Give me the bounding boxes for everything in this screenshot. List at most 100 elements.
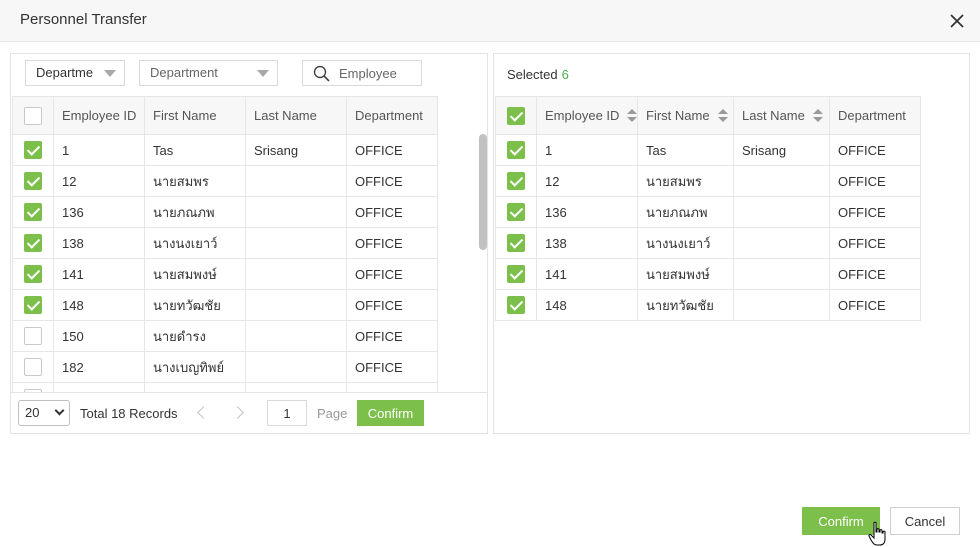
cell-first-name: นายภณภพ [637, 196, 734, 228]
column-header-last-name[interactable]: Last Name [733, 96, 830, 135]
cell-department: OFFICE [829, 289, 921, 321]
next-page-icon[interactable] [233, 404, 247, 422]
column-header-first-name[interactable]: First Name [144, 96, 246, 135]
column-header-department[interactable]: Department [346, 96, 438, 135]
column-header-employee-id[interactable]: Employee ID [536, 96, 638, 135]
cell-department: OFFICE [346, 289, 438, 321]
row-checkbox[interactable] [507, 172, 525, 190]
total-records: Total 18 Records [80, 406, 178, 421]
cell-first-name: นายดำรง [144, 320, 246, 352]
cell-last-name [733, 289, 830, 321]
table-row[interactable] [12, 382, 438, 392]
cell-first-name: นายภณภพ [144, 196, 246, 228]
table-row[interactable]: 138 นางนงเยาว์ OFFICE [12, 227, 438, 259]
available-employees-table: Employee ID First Name Last Name Departm… [12, 96, 438, 392]
select-all-checkbox[interactable] [507, 106, 525, 125]
row-checkbox-cell [12, 351, 54, 383]
row-checkbox[interactable] [24, 141, 42, 159]
available-employees-table-scroll[interactable]: Employee ID First Name Last Name Departm… [12, 96, 487, 392]
row-checkbox[interactable] [507, 296, 525, 314]
row-checkbox[interactable] [24, 234, 42, 252]
cell-employee-id: 136 [53, 196, 145, 228]
table-row[interactable]: 141 นายสมพงษ์ OFFICE [12, 258, 438, 290]
cell-department: OFFICE [346, 227, 438, 259]
cell-first-name: นางนงเยาว์ [144, 227, 246, 259]
cancel-button[interactable]: Cancel [890, 507, 960, 535]
table-row[interactable]: 182 นางเบญทิพย์ OFFICE [12, 351, 438, 383]
column-header-last-name[interactable]: Last Name [245, 96, 347, 135]
select-all-checkbox[interactable] [24, 106, 42, 125]
close-icon[interactable] [948, 12, 966, 30]
table-row[interactable]: 148 นายทวัฒชัย OFFICE [12, 289, 438, 321]
select-all-cell [12, 96, 54, 135]
table-row[interactable]: 138 นางนงเยาว์ OFFICE [495, 227, 921, 259]
employee-search[interactable] [302, 60, 422, 86]
cell-employee-id: 12 [53, 165, 145, 197]
row-checkbox-cell [495, 258, 537, 290]
employee-search-input[interactable] [339, 63, 417, 83]
cell-department: OFFICE [829, 196, 921, 228]
row-checkbox-cell [12, 320, 54, 352]
department-select[interactable]: Department [139, 60, 278, 86]
cell-department: OFFICE [346, 134, 438, 166]
table-scrollbar[interactable] [479, 134, 487, 250]
row-checkbox-cell [12, 258, 54, 290]
previous-page-icon[interactable] [195, 404, 209, 422]
page-size-select[interactable]: 20 [18, 400, 70, 426]
row-checkbox-cell [12, 134, 54, 166]
cell-employee-id: 148 [536, 289, 638, 321]
sort-icon[interactable] [627, 109, 637, 123]
sort-icon[interactable] [812, 109, 823, 123]
page-confirm-button[interactable]: Confirm [357, 400, 424, 426]
cell-department [346, 382, 438, 392]
table-row[interactable]: 136 นายภณภพ OFFICE [495, 196, 921, 228]
row-checkbox[interactable] [24, 172, 42, 190]
cell-department: OFFICE [829, 258, 921, 290]
filter-type-select[interactable]: Departme [25, 60, 125, 86]
table-row[interactable]: 12 นายสมพร OFFICE [12, 165, 438, 197]
sort-icon[interactable] [717, 109, 728, 123]
cell-department: OFFICE [346, 196, 438, 228]
cell-first-name [144, 382, 246, 392]
row-checkbox[interactable] [507, 265, 525, 283]
personnel-transfer-dialog: Personnel Transfer Departme Department E… [0, 0, 980, 547]
chevron-down-icon [54, 405, 65, 416]
selected-employees-table: Employee ID First Name Last Name Departm… [495, 96, 921, 321]
row-checkbox[interactable] [24, 203, 42, 221]
row-checkbox-cell [12, 289, 54, 321]
table-row[interactable]: 136 นายภณภพ OFFICE [12, 196, 438, 228]
cell-last-name [733, 227, 830, 259]
cell-last-name [245, 382, 347, 392]
cell-employee-id: 136 [536, 196, 638, 228]
cell-employee-id: 1 [536, 134, 638, 166]
table-row[interactable]: 12 นายสมพร OFFICE [495, 165, 921, 197]
column-header-department[interactable]: Department [829, 96, 921, 135]
cell-employee-id: 138 [53, 227, 145, 259]
column-header-first-name[interactable]: First Name [637, 96, 734, 135]
page-number-input[interactable] [267, 400, 307, 426]
table-row[interactable]: 150 นายดำรง OFFICE [12, 320, 438, 352]
cell-first-name: นายสมพงษ์ [637, 258, 734, 290]
table-row[interactable]: 1 Tas Srisang OFFICE [12, 134, 438, 166]
row-checkbox[interactable] [24, 358, 42, 376]
column-header-employee-id[interactable]: Employee ID [53, 96, 145, 135]
select-all-cell [495, 96, 537, 135]
cell-employee-id: 141 [536, 258, 638, 290]
row-checkbox[interactable] [24, 327, 42, 345]
row-checkbox[interactable] [24, 265, 42, 283]
row-checkbox[interactable] [507, 234, 525, 252]
row-checkbox[interactable] [507, 141, 525, 159]
row-checkbox-cell [495, 289, 537, 321]
table-row[interactable]: 148 นายทวัฒชัย OFFICE [495, 289, 921, 321]
selected-label-text: Selected [507, 67, 558, 82]
cell-first-name: นายสมพร [144, 165, 246, 197]
table-row[interactable]: 1 Tas Srisang OFFICE [495, 134, 921, 166]
selected-count: 6 [561, 67, 569, 82]
cell-last-name [245, 351, 347, 383]
filter-type-value: Departme [36, 65, 94, 80]
row-checkbox[interactable] [24, 296, 42, 314]
cell-department: OFFICE [346, 165, 438, 197]
row-checkbox[interactable] [507, 203, 525, 221]
table-row[interactable]: 141 นายสมพงษ์ OFFICE [495, 258, 921, 290]
cell-last-name [245, 320, 347, 352]
